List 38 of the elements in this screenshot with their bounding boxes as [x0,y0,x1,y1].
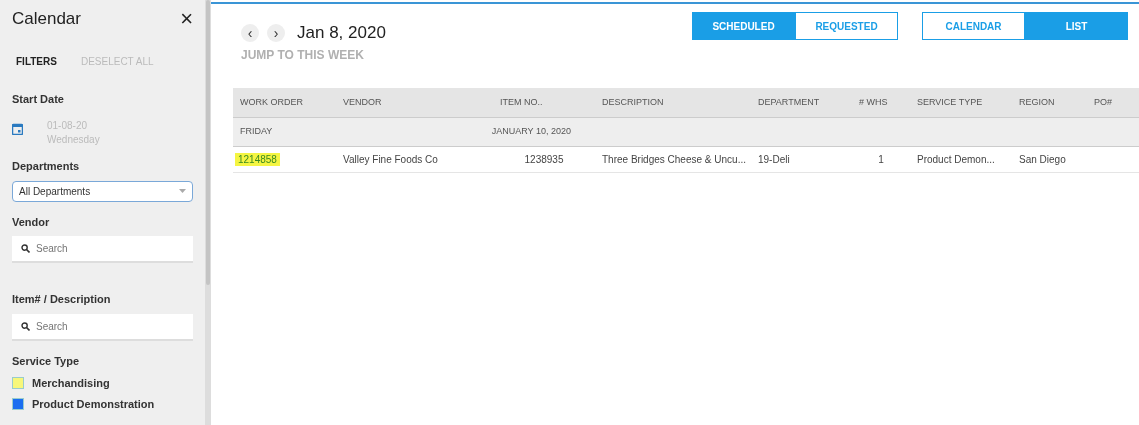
table-cell: 1238935 [493,146,595,172]
column-header[interactable]: WORK ORDER [233,87,336,118]
sidebar-title: Calendar [12,8,81,30]
column-header[interactable]: VENDOR [336,87,493,118]
caret-icon [179,189,186,193]
field-label: Service Type [12,353,81,369]
search-field[interactable]: Search [12,236,193,263]
field-label: Start Date [12,91,65,107]
close-button[interactable]: × [180,7,193,30]
current-date: Jan 8, 2020 [297,22,386,44]
calendar-icon[interactable] [12,123,23,135]
field-label: Departments [12,159,81,174]
scrollbar-thumb[interactable] [206,0,210,285]
filters-label: FILTERS [16,54,57,69]
column-header[interactable]: REGION [1012,87,1087,118]
search-field[interactable]: Search [12,313,193,341]
column-header[interactable]: ITEM NO.. [493,87,595,118]
column-header[interactable]: DEPARTMENT [751,87,852,118]
work-order-link[interactable]: 1214858 [235,152,280,166]
field-label: Item# / Description [12,292,112,307]
field-label: Vendor [12,214,51,230]
date-header: JANUARY 10, 2020 [336,117,595,146]
previous-button[interactable]: ‹ [241,23,259,42]
day-header: FRIDAY [233,117,336,146]
next-button[interactable]: › [267,23,285,42]
table-cell: San Diego [1012,146,1087,172]
table-cell: 1 [852,146,910,172]
column-header[interactable]: DESCRIPTION [595,87,751,118]
legend-label: Merchandising [32,376,110,391]
table-cell: Product Demon... [910,146,1012,172]
department-select[interactable]: All Departments [12,180,193,202]
table-cell: Valley Fine Foods Co [336,146,493,172]
table-cell: 19-Deli [751,146,852,172]
table-cell: Three Bridges Cheese & Uncu... [595,146,751,172]
column-header[interactable]: SERVICE TYPE [910,87,1012,118]
legend-label: Product Demonstration [32,396,155,412]
column-header[interactable]: # WHS [852,87,910,118]
column-header[interactable]: PO# [1087,87,1139,118]
